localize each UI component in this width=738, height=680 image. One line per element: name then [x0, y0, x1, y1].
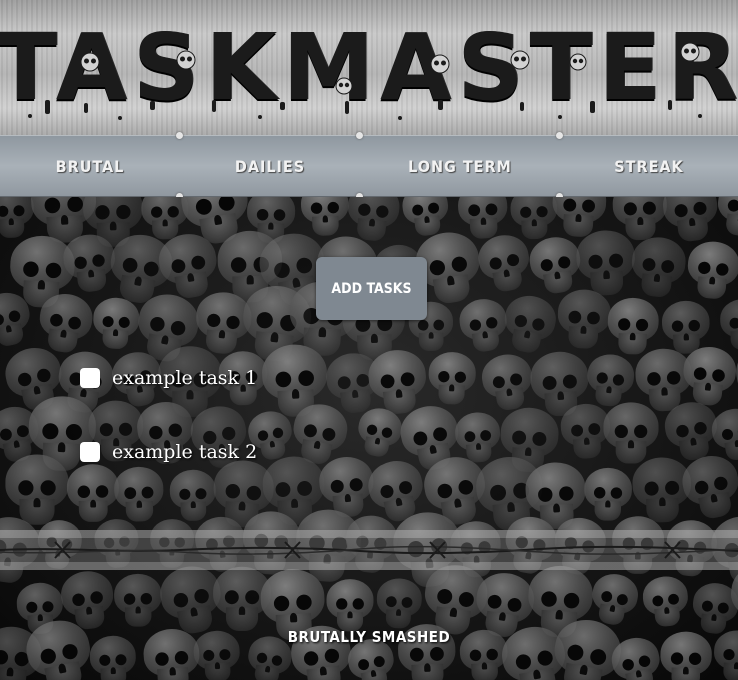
nav-item-brutal[interactable]: BRUTAL: [0, 135, 180, 197]
task-label: example task 1: [112, 367, 258, 389]
skull-decoration: [498, 291, 560, 361]
task-item: example task 2: [80, 440, 257, 464]
skull-decoration: [169, 469, 217, 525]
skull-decoration: [685, 239, 738, 304]
rivet-decoration: [176, 132, 183, 139]
skull-drip-decoration: [28, 42, 702, 120]
skull-decoration: [713, 197, 738, 243]
skull-decoration: [428, 351, 477, 408]
task-checkbox[interactable]: [80, 368, 100, 388]
rivet-decoration: [356, 132, 363, 139]
rivet-decoration: [556, 132, 563, 139]
nav-item-long-term[interactable]: LONG TERM: [360, 135, 560, 197]
skull-decoration: [113, 466, 164, 526]
main-nav: BRUTAL DAILIES LONG TERM STREAK: [0, 132, 738, 200]
skull-decoration: [628, 234, 688, 304]
task-checkbox[interactable]: [80, 442, 100, 462]
skull-decoration: [113, 573, 162, 630]
task-label: example task 2: [112, 441, 258, 463]
skull-decoration: [640, 574, 691, 632]
footer-text: BRUTALLY SMASHED: [287, 628, 451, 646]
barbed-wire-icon: [0, 541, 738, 559]
skull-decoration: [719, 298, 738, 354]
add-tasks-button[interactable]: ADD TASKS: [316, 257, 427, 320]
barbed-wire-divider: [0, 530, 738, 570]
nav-item-dailies[interactable]: DAILIES: [180, 135, 360, 197]
header-banner: TASKMASTER: [0, 0, 738, 135]
skull-decoration: [66, 463, 120, 526]
skull-decoration: [556, 288, 613, 353]
task-item: example task 1: [80, 366, 257, 390]
nav-item-streak[interactable]: STREAK: [560, 135, 738, 197]
